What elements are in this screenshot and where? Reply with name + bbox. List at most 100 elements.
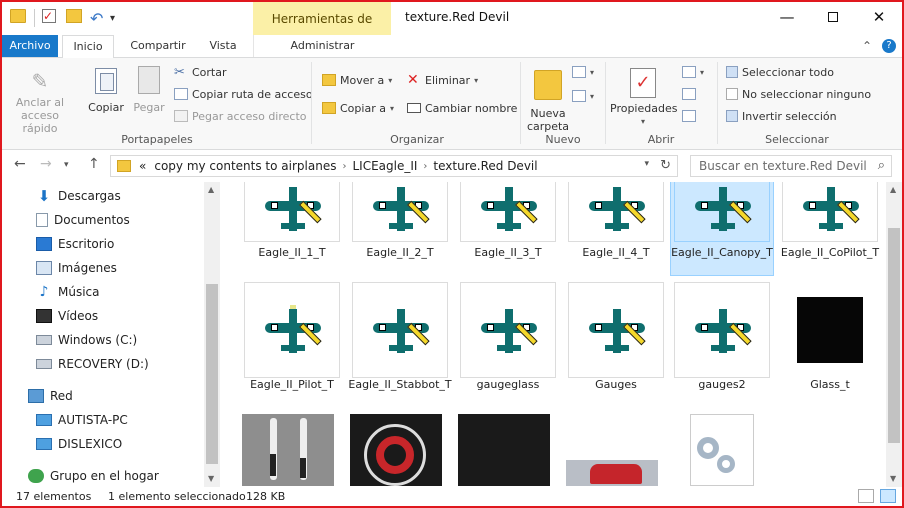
refresh-icon[interactable]: ↻ <box>660 158 671 173</box>
new-folder-button[interactable]: Nueva carpeta <box>526 64 570 133</box>
file-thumbnail <box>460 282 556 378</box>
properties-button[interactable]: ✓ Propiedades ▾ <box>610 64 677 128</box>
nav-item-red[interactable]: Red <box>28 385 73 407</box>
window-title: texture.Red Devil <box>405 10 510 24</box>
copy-path-button[interactable]: Copiar ruta de acceso <box>174 84 313 104</box>
undo-icon[interactable]: ↶ <box>90 9 103 28</box>
help-icon[interactable]: ? <box>882 39 896 53</box>
new-item-button[interactable]: ▾ <box>572 62 594 82</box>
file-name: Eagle_II_1_T <box>258 246 326 259</box>
up-button[interactable]: ↑ <box>88 156 100 172</box>
scroll-down-icon[interactable]: ▼ <box>208 474 214 483</box>
nav-item-dislexico[interactable]: DISLEXICO <box>36 433 122 455</box>
rename-button[interactable]: Cambiar nombre <box>407 98 517 118</box>
copy-to-button[interactable]: Copiar a ▾ <box>322 98 394 118</box>
breadcrumb-item[interactable]: texture.Red Devil <box>433 159 537 173</box>
nav-item-label: Documentos <box>54 213 130 227</box>
nav-item-label: Windows (C:) <box>58 333 138 347</box>
file-thumbnail[interactable] <box>242 414 334 486</box>
edit-icon <box>682 88 696 100</box>
videos-icon <box>36 309 52 323</box>
file-thumbnail <box>460 182 556 242</box>
scrollbar-thumb[interactable] <box>888 228 900 443</box>
tab-compartir[interactable]: Compartir <box>120 35 196 57</box>
file-name: Eagle_II_CoPilot_T <box>780 246 880 259</box>
select-none-button[interactable]: No seleccionar ninguno <box>726 84 871 104</box>
maximize-button[interactable] <box>810 2 856 32</box>
collapse-ribbon-chevron-icon[interactable]: ⌃ <box>862 35 872 57</box>
edit-button[interactable] <box>682 84 696 104</box>
folder-icon[interactable] <box>10 9 26 23</box>
nav-item-recovery-d[interactable]: RECOVERY (D:) <box>36 353 149 375</box>
group-label-organizar: Organizar <box>390 133 444 146</box>
scroll-up-icon[interactable]: ▲ <box>890 185 896 194</box>
nav-item-imagenes[interactable]: Imágenes <box>36 257 117 279</box>
tab-archivo[interactable]: Archivo <box>2 35 58 57</box>
forward-button[interactable]: → <box>40 156 52 172</box>
select-all-button[interactable]: Seleccionar todo <box>726 62 834 82</box>
nav-item-descargas[interactable]: ⬇ Descargas <box>36 185 121 207</box>
airplane-texture-icon <box>373 187 430 237</box>
customize-toolbar-chevron-icon[interactable]: ▾ <box>110 9 115 27</box>
navigation-pane-scrollbar[interactable]: ▲ ▼ <box>204 182 220 487</box>
large-icons-view-button[interactable] <box>880 489 896 503</box>
file-thumbnail[interactable] <box>350 414 442 486</box>
open-button[interactable]: ▾ <box>682 62 704 82</box>
search-input[interactable]: Buscar en texture.Red Devil ⌕ <box>690 155 892 177</box>
scroll-down-icon[interactable]: ▼ <box>890 474 896 483</box>
details-view-button[interactable] <box>858 489 874 503</box>
chevron-down-icon: ▾ <box>590 91 595 101</box>
status-bar: 17 elementos 1 elemento seleccionado 128… <box>2 487 902 506</box>
file-list-scrollbar[interactable]: ▲ ▼ <box>886 182 902 487</box>
toolbar-divider <box>34 9 35 27</box>
tab-inicio[interactable]: Inicio <box>62 35 114 58</box>
context-tab-image-tools: Herramientas de imagen <box>253 2 391 60</box>
paste-button[interactable]: Pegar <box>130 64 168 114</box>
recent-locations-chevron-icon[interactable]: ▾ <box>64 160 69 170</box>
delete-button[interactable]: ✕ Eliminar ▾ <box>407 70 478 90</box>
nav-item-windows-c[interactable]: Windows (C:) <box>36 329 137 351</box>
breadcrumb-chevron-icon[interactable]: › <box>342 161 346 172</box>
address-history-chevron-icon[interactable]: ▾ <box>644 159 649 169</box>
scroll-up-icon[interactable]: ▲ <box>208 185 214 194</box>
file-thumbnail[interactable] <box>458 414 550 486</box>
chevron-down-icon: ▾ <box>640 117 645 126</box>
breadcrumb-overflow[interactable]: « <box>139 159 146 173</box>
tab-administrar[interactable]: Administrar <box>253 35 391 57</box>
nav-item-videos[interactable]: Vídeos <box>36 305 98 327</box>
breadcrumb-item[interactable]: LICEagle_II <box>352 159 417 173</box>
breadcrumb-chevron-icon[interactable]: › <box>423 161 427 172</box>
file-thumbnail[interactable] <box>690 414 754 486</box>
address-bar[interactable]: « copy my contents to airplanes › LICEag… <box>110 155 678 177</box>
back-button[interactable]: ← <box>14 156 26 172</box>
close-button[interactable]: ✕ <box>856 2 902 32</box>
ribbon-divider <box>717 62 718 144</box>
scrollbar-thumb[interactable] <box>206 284 218 464</box>
properties-check-icon[interactable]: ✓ <box>42 9 56 23</box>
copy-button[interactable]: Copiar <box>86 64 126 114</box>
invert-selection-button[interactable]: Invertir selección <box>726 106 837 126</box>
nav-item-documentos[interactable]: Documentos <box>36 209 130 231</box>
easy-access-icon <box>572 90 586 102</box>
music-icon: ♪ <box>39 284 49 300</box>
gear-icon <box>697 437 719 459</box>
nav-item-label: Música <box>58 285 100 299</box>
paste-shortcut-button[interactable]: Pegar acceso directo <box>174 106 307 126</box>
nav-item-autista-pc[interactable]: AUTISTA-PC <box>36 409 128 431</box>
nav-item-escritorio[interactable]: Escritorio <box>36 233 114 255</box>
nav-item-label: Grupo en el hogar <box>50 469 159 483</box>
cut-button[interactable]: ✂ Cortar <box>174 62 227 82</box>
easy-access-button[interactable]: ▾ <box>572 86 594 106</box>
new-folder-icon[interactable] <box>66 9 82 23</box>
breadcrumb-item[interactable]: copy my contents to airplanes <box>154 159 336 173</box>
history-button[interactable] <box>682 106 696 126</box>
airplane-texture-icon <box>481 187 538 237</box>
history-icon <box>682 110 696 122</box>
nav-item-grupo-hogar[interactable]: Grupo en el hogar <box>28 465 159 487</box>
minimize-button[interactable]: — <box>764 2 810 32</box>
file-thumbnail[interactable] <box>566 460 658 486</box>
nav-item-musica[interactable]: ♪ Música <box>36 281 100 303</box>
move-to-button[interactable]: Mover a ▾ <box>322 70 392 90</box>
pin-quick-access-button[interactable]: ✎ Anclar al acceso rápido <box>8 64 72 135</box>
tab-vista[interactable]: Vista <box>200 35 246 57</box>
